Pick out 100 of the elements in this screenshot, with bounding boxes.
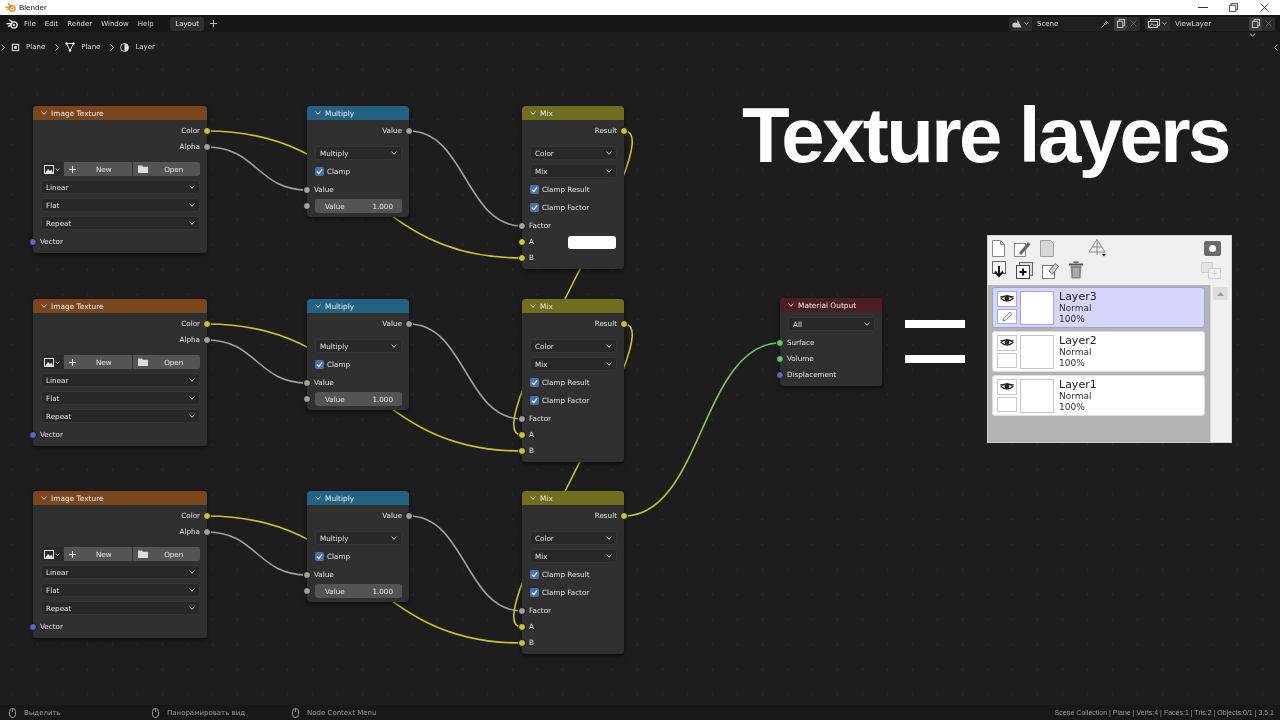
layer-blend-mode: Normal xyxy=(1059,391,1093,402)
visibility-toggle[interactable] xyxy=(997,335,1017,351)
eye-icon xyxy=(1000,382,1014,392)
folder-icon xyxy=(137,550,148,558)
restore-icon xyxy=(1229,3,1238,12)
page-arrow-down-icon[interactable] xyxy=(992,261,1007,279)
triangle-icon[interactable] xyxy=(1087,238,1108,258)
layer-blend-mode: Normal xyxy=(1059,347,1093,358)
copy-icon xyxy=(1251,19,1260,28)
checkbox-icon[interactable] xyxy=(530,587,539,597)
mouse-icon xyxy=(152,707,159,718)
app-logo-icon xyxy=(5,3,16,12)
socket-icon[interactable] xyxy=(620,127,628,135)
chevron-down-icon[interactable] xyxy=(41,111,47,115)
folder-icon xyxy=(137,165,148,173)
minimize-icon xyxy=(1197,7,1208,8)
image-stack-icon xyxy=(1148,19,1160,28)
edit-toggle[interactable] xyxy=(997,308,1017,324)
chevron-down-icon[interactable] xyxy=(315,111,321,115)
square-icon xyxy=(11,42,20,52)
chevron-down-icon xyxy=(606,151,612,155)
color-swatch-icon[interactable] xyxy=(568,235,616,249)
socket-icon[interactable] xyxy=(620,320,628,328)
arrow-up-icon xyxy=(1217,291,1224,296)
chevron-down-icon xyxy=(606,536,612,540)
chevron-down-icon[interactable] xyxy=(315,304,321,308)
image-browse-button[interactable] xyxy=(41,162,63,176)
shapes-icon xyxy=(1012,19,1022,28)
layer-row[interactable]: Layer2 Normal 100% xyxy=(992,331,1205,372)
checkbox-icon[interactable] xyxy=(530,569,539,579)
duplicate-button[interactable] xyxy=(1249,16,1262,31)
layer-blend-mode: Normal xyxy=(1059,303,1093,314)
close-icon xyxy=(1265,20,1272,27)
edit-toggle[interactable] xyxy=(997,396,1017,412)
chevron-down-icon xyxy=(189,414,195,418)
chevron-down-icon xyxy=(189,396,195,400)
chevron-down-icon[interactable] xyxy=(41,496,47,500)
socket-icon[interactable] xyxy=(405,512,413,520)
edit-toggle[interactable] xyxy=(997,352,1017,368)
close-icon xyxy=(1260,3,1269,12)
chevron-down-icon[interactable] xyxy=(41,304,47,308)
checkbox-icon[interactable] xyxy=(530,184,539,194)
image-browse-button[interactable] xyxy=(41,547,63,561)
chevron-left-icon[interactable] xyxy=(1274,44,1278,51)
chevron-down-icon xyxy=(189,606,195,610)
window-title: Blender xyxy=(19,3,47,12)
pen-page-icon[interactable] xyxy=(1014,239,1031,257)
checkbox-icon[interactable] xyxy=(530,377,539,387)
image-icon xyxy=(44,164,54,174)
chevron-down-icon xyxy=(189,588,195,592)
duplicate-button[interactable] xyxy=(1114,16,1127,31)
chevron-down-icon xyxy=(1162,22,1167,25)
layer-thumbnail xyxy=(1020,379,1054,413)
app-logo-icon[interactable] xyxy=(6,18,18,29)
trash-icon[interactable] xyxy=(1068,261,1084,279)
socket-icon[interactable] xyxy=(620,512,628,520)
socket-icon[interactable] xyxy=(405,320,413,328)
chevron-down-icon xyxy=(55,552,60,556)
folder-icon xyxy=(137,358,148,366)
chevron-down-icon xyxy=(55,167,60,171)
eye-icon xyxy=(1000,294,1014,304)
equals-sign-icon xyxy=(905,320,965,363)
overlay-title: Texture layers xyxy=(742,91,1229,181)
pin-icon[interactable] xyxy=(1101,19,1109,28)
layer-row[interactable]: Layer1 Normal 100% xyxy=(992,375,1205,416)
chevron-down-icon xyxy=(606,362,612,366)
pencil-icon xyxy=(1001,310,1013,322)
layer-thumbnail xyxy=(1020,335,1054,369)
scene-browse-button[interactable] xyxy=(1009,16,1032,31)
chevron-down-icon xyxy=(189,221,195,225)
checkbox-icon[interactable] xyxy=(315,359,324,369)
chevron-down-icon xyxy=(606,344,612,348)
plus-icon xyxy=(69,550,76,558)
page-plus-icon[interactable] xyxy=(1016,261,1033,279)
layer-opacity: 100% xyxy=(1059,358,1086,369)
mouse-icon xyxy=(292,707,299,718)
eraser-icon[interactable] xyxy=(1042,261,1059,279)
triangle-icon xyxy=(65,42,76,52)
plus-icon xyxy=(69,358,76,366)
layer-row[interactable]: Layer3 Normal 100% xyxy=(992,287,1205,328)
chevron-right-icon xyxy=(1,43,5,51)
image-browse-button[interactable] xyxy=(41,355,63,369)
chevron-down-icon xyxy=(189,203,195,207)
view-layer-browse-button[interactable] xyxy=(1145,16,1170,31)
chevron-down-icon xyxy=(1024,22,1029,25)
checkbox-icon[interactable] xyxy=(315,551,324,561)
socket-icon[interactable] xyxy=(405,127,413,135)
plus-icon[interactable] xyxy=(210,20,218,27)
checkbox-icon[interactable] xyxy=(530,395,539,405)
circle-square-icon[interactable] xyxy=(1204,240,1221,256)
checkbox-icon[interactable] xyxy=(530,202,539,212)
visibility-toggle[interactable] xyxy=(997,379,1017,395)
layer-thumbnail xyxy=(1020,291,1054,325)
chevron-down-icon[interactable] xyxy=(1249,33,1256,37)
chevron-down-icon xyxy=(391,344,397,348)
checkbox-icon[interactable] xyxy=(315,166,324,176)
layer-name: Layer3 xyxy=(1059,291,1097,303)
chevron-down-icon[interactable] xyxy=(315,496,321,500)
chevron-down-icon[interactable] xyxy=(788,303,794,307)
visibility-toggle[interactable] xyxy=(997,291,1017,307)
